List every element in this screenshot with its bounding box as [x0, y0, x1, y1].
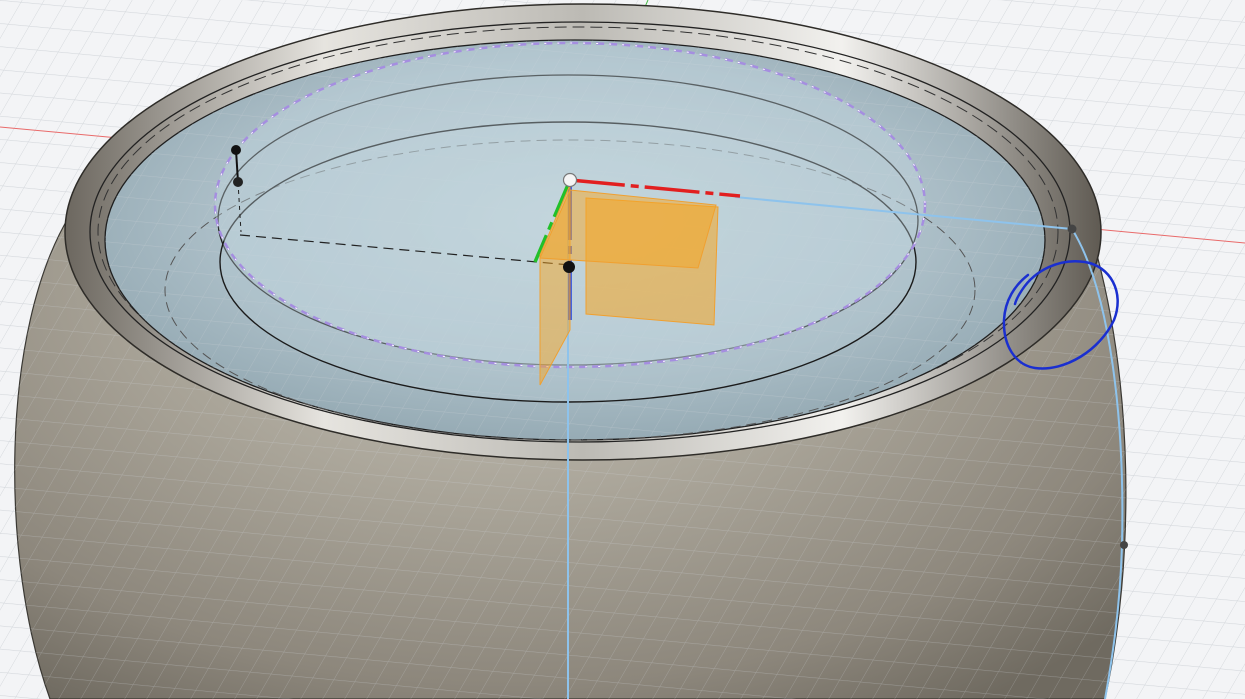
3d-viewport[interactable] [0, 0, 1245, 699]
left-vertex-top[interactable] [231, 145, 241, 155]
left-vertex-bottom[interactable] [233, 177, 243, 187]
origin-point[interactable] [562, 172, 578, 188]
center-point[interactable] [563, 261, 575, 273]
model-scene[interactable] [0, 0, 1245, 699]
profile-vertex[interactable] [1120, 541, 1128, 549]
right-vertex[interactable] [1067, 224, 1077, 234]
